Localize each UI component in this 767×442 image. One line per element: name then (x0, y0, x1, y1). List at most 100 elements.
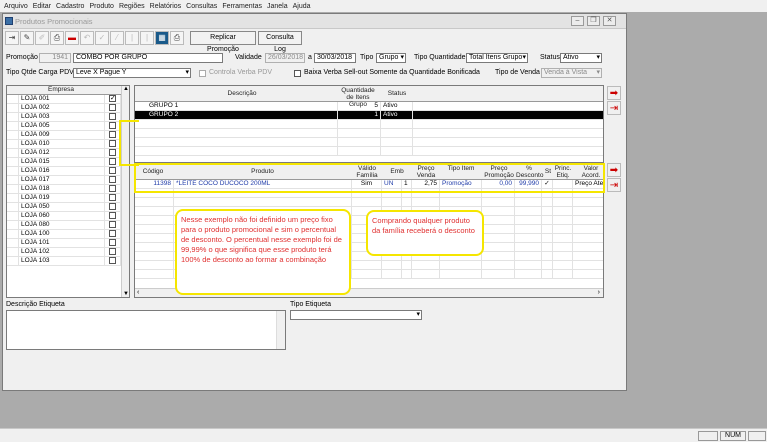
edit-icon[interactable]: ✎ (20, 31, 34, 45)
grupo-row[interactable]: GRUPO 1 5 Ativo (135, 102, 603, 111)
empresa-checkbox[interactable] (105, 221, 121, 230)
produto-row[interactable] (135, 198, 603, 207)
empresa-check[interactable] (109, 167, 116, 174)
produto-st-cell[interactable] (542, 252, 553, 261)
menu-item-6[interactable]: Consultas (186, 3, 217, 10)
menu-item-9[interactable]: Ajuda (293, 3, 311, 10)
produto-st-cell[interactable] (542, 261, 553, 270)
produto-princ-cell[interactable] (553, 270, 573, 279)
empresa-row[interactable]: LOJA 001 ✓ (7, 95, 129, 104)
empresa-row[interactable]: LOJA 010 (7, 140, 129, 149)
produto-st-cell[interactable] (542, 225, 553, 234)
delete-icon[interactable]: ▬ (65, 31, 79, 45)
empresa-row[interactable]: LOJA 016 (7, 167, 129, 176)
empresa-check[interactable] (109, 248, 116, 255)
replicar-promocao-button[interactable]: Replicar Promoção (190, 31, 256, 53)
grupo-row[interactable] (135, 147, 603, 156)
empresa-checkbox[interactable] (105, 104, 121, 113)
empresa-checkbox[interactable] (105, 239, 121, 248)
menu-item-5[interactable]: Relatórios (150, 3, 182, 10)
grid-icon[interactable]: ▦ (155, 31, 169, 45)
grupo-row[interactable] (135, 129, 603, 138)
menu-item-1[interactable]: Editar (33, 3, 51, 10)
empresa-row[interactable]: LOJA 060 (7, 212, 129, 221)
empresa-check[interactable] (109, 113, 116, 120)
blank-icon[interactable]: | (140, 31, 154, 45)
empresa-scrollbar[interactable]: ▲ ▼ (121, 86, 129, 297)
promocao-id-field[interactable]: 1941 (39, 53, 71, 63)
restore-button[interactable]: ❐ (587, 16, 600, 26)
empresa-check[interactable]: ✓ (109, 95, 116, 102)
menu-item-4[interactable]: Regiões (119, 3, 145, 10)
menu-item-0[interactable]: Arquivo (4, 3, 28, 10)
scroll-right-icon[interactable]: › (598, 289, 600, 296)
produto-st-cell[interactable] (542, 243, 553, 252)
scroll-down-icon[interactable]: ▼ (122, 291, 129, 297)
produto-st-cell[interactable] (542, 234, 553, 243)
produto-princ-cell[interactable] (553, 216, 573, 225)
empresa-checkbox[interactable] (105, 248, 121, 257)
empresa-checkbox[interactable] (105, 176, 121, 185)
empresa-checkbox[interactable] (105, 230, 121, 239)
close-button[interactable]: ✕ (603, 16, 616, 26)
empresa-checkbox[interactable] (105, 203, 121, 212)
menu-item-2[interactable]: Cadastro (56, 3, 84, 10)
menu-item-7[interactable]: Ferramentas (222, 3, 262, 10)
empresa-check[interactable] (109, 140, 116, 147)
add-group-arrow-button[interactable]: ➡ (607, 86, 621, 100)
produto-st-cell[interactable] (542, 270, 553, 279)
produto-princ-cell[interactable] (553, 261, 573, 270)
grupo-row[interactable]: GRUPO 2 1 Ativo (135, 111, 603, 120)
empresa-row[interactable]: LOJA 080 (7, 221, 129, 230)
validade-fim-field[interactable]: 30/03/2018 (314, 53, 356, 63)
remove-product-arrow-button[interactable]: ⇥ (607, 178, 621, 192)
cancel-icon[interactable]: ⁄ (110, 31, 124, 45)
empresa-row[interactable]: LOJA 015 (7, 158, 129, 167)
empresa-check[interactable] (109, 185, 116, 192)
empresa-checkbox[interactable]: ✓ (105, 95, 121, 104)
controla-verba-checkbox[interactable] (199, 70, 206, 77)
empresa-check[interactable] (109, 221, 116, 228)
empresa-row[interactable]: LOJA 012 (7, 149, 129, 158)
empresa-checkbox[interactable] (105, 185, 121, 194)
empresa-check[interactable] (109, 158, 116, 165)
tipo-venda-select[interactable]: Venda à Vista (541, 68, 602, 78)
print-icon[interactable]: ⎙ (50, 31, 64, 45)
produto-princ-cell[interactable] (553, 207, 573, 216)
empresa-check[interactable] (109, 257, 116, 264)
tipo-etiqueta-select[interactable] (290, 310, 422, 320)
empresa-checkbox[interactable] (105, 167, 121, 176)
empresa-row[interactable]: LOJA 017 (7, 176, 129, 185)
status-select[interactable]: Ativo (560, 53, 602, 63)
empresa-checkbox[interactable] (105, 212, 121, 221)
enter-icon[interactable]: ⇥ (5, 31, 19, 45)
add-product-arrow-button[interactable]: ➡ (607, 163, 621, 177)
grupo-row[interactable] (135, 138, 603, 147)
menu-item-8[interactable]: Janela (267, 3, 288, 10)
empresa-row[interactable]: LOJA 101 (7, 239, 129, 248)
menu-item-3[interactable]: Produto (89, 3, 114, 10)
empresa-check[interactable] (109, 131, 116, 138)
empresa-check[interactable] (109, 176, 116, 183)
scroll-left-icon[interactable]: ‹ (137, 289, 139, 296)
empresa-check[interactable] (109, 149, 116, 156)
pencil-disabled-icon[interactable]: ✐ (35, 31, 49, 45)
confirm-icon[interactable]: ✓ (95, 31, 109, 45)
empresa-check[interactable] (109, 203, 116, 210)
produto-princ-cell[interactable] (553, 252, 573, 261)
validade-inicio-field[interactable]: 26/03/2018 (265, 53, 305, 63)
baixa-verba-checkbox[interactable] (294, 70, 301, 77)
empresa-row[interactable]: LOJA 003 (7, 113, 129, 122)
produto-st-cell[interactable] (542, 198, 553, 207)
empresa-row[interactable]: LOJA 005 (7, 122, 129, 131)
descricao-etiqueta-textarea[interactable] (6, 310, 286, 350)
empresa-row[interactable]: LOJA 002 (7, 104, 129, 113)
promocao-nome-field[interactable]: COMBO POR GRUPO (73, 53, 223, 63)
printer-icon[interactable]: ⎙ (170, 31, 184, 45)
empresa-row[interactable]: LOJA 102 (7, 248, 129, 257)
minimize-button[interactable]: – (571, 16, 584, 26)
empresa-checkbox[interactable] (105, 194, 121, 203)
empresa-check[interactable] (109, 239, 116, 246)
produto-princ-cell[interactable] (553, 225, 573, 234)
empresa-check[interactable] (109, 230, 116, 237)
